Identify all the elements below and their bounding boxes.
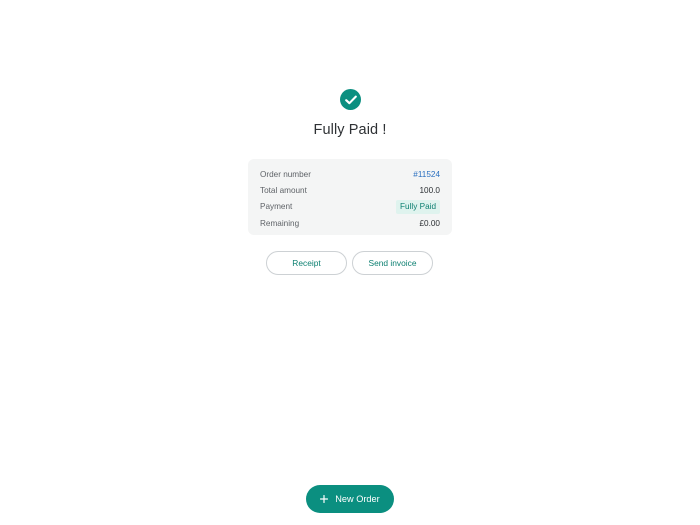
order-number-label: Order number	[260, 169, 311, 179]
new-order-button-label: New Order	[335, 494, 380, 504]
receipt-button[interactable]: Receipt	[266, 251, 347, 275]
total-amount-row: Total amount 100.0	[260, 182, 440, 198]
payment-status-badge: Fully Paid	[396, 199, 440, 214]
order-number-link[interactable]: #11524	[413, 170, 440, 179]
payment-row: Payment Fully Paid	[260, 199, 440, 215]
total-amount-label: Total amount	[260, 185, 307, 195]
order-summary-card: Order number #11524 Total amount 100.0 P…	[248, 159, 452, 235]
remaining-row: Remaining £0.00	[260, 215, 440, 231]
order-number-row: Order number #11524	[260, 166, 440, 182]
new-order-button[interactable]: New Order	[306, 485, 394, 513]
send-invoice-button[interactable]: Send invoice	[352, 251, 433, 275]
remaining-label: Remaining	[260, 218, 300, 228]
plus-icon	[320, 495, 329, 503]
page-title: Fully Paid !	[313, 122, 387, 138]
send-invoice-button-label: Send invoice	[368, 258, 417, 268]
remaining-value: £0.00	[419, 218, 441, 228]
receipt-button-label: Receipt	[292, 258, 321, 268]
payment-label: Payment	[260, 202, 293, 212]
total-amount-value: 100.0	[419, 185, 441, 195]
check-circle-icon	[340, 89, 361, 110]
